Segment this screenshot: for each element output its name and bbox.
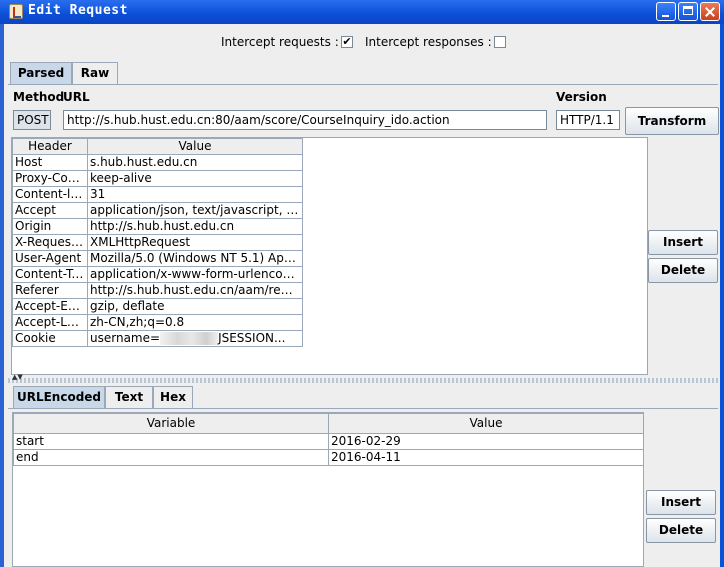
table-row[interactable]: X-Request... XMLHttpRequest	[12, 234, 303, 251]
headers-table: Header Value Host s.hub.hust.edu.cn Proxy…	[12, 138, 303, 347]
transform-button[interactable]: Transform	[625, 107, 719, 135]
params-table-panel[interactable]: Variable Value start 2016-02-29 end 2016-0…	[12, 412, 644, 567]
table-row[interactable]: Accept-Lan... zh-CN,zh;q=0.8	[12, 314, 303, 331]
header-name-cell[interactable]: Content-le...	[12, 186, 88, 203]
variable-column-header[interactable]: Variable	[13, 413, 329, 434]
maximize-icon[interactable]	[678, 2, 698, 21]
url-field[interactable]: http://s.hub.hust.edu.cn:80/aam/score/Co…	[63, 110, 547, 130]
header-value-cell[interactable]: application/x-www-form-urlencoded; ...	[87, 266, 303, 283]
header-value-cell[interactable]: gzip, deflate	[87, 298, 303, 315]
tab-hex[interactable]: Hex	[153, 386, 193, 408]
header-value-cell[interactable]: zh-CN,zh;q=0.8	[87, 314, 303, 331]
close-icon[interactable]	[700, 2, 720, 21]
title-bar[interactable]: Edit Request	[0, 0, 724, 24]
header-value-cell[interactable]: http://s.hub.hust.edu.cn/aam/report/s...	[87, 282, 303, 299]
method-label: Method	[13, 90, 65, 104]
intercept-responses-checkbox[interactable]	[494, 36, 506, 48]
header-name-cell[interactable]: Proxy-Conn...	[12, 170, 88, 187]
header-value-cell[interactable]: http://s.hub.hust.edu.cn	[87, 218, 303, 235]
tab-urlencoded[interactable]: URLEncoded	[13, 386, 105, 408]
header-column-header[interactable]: Header	[12, 138, 88, 155]
window-title: Edit Request	[28, 3, 128, 18]
param-value-cell[interactable]: 2016-02-29	[328, 433, 644, 450]
url-label: URL	[63, 90, 90, 104]
param-value-column-header[interactable]: Value	[328, 413, 644, 434]
split-arrows-icon[interactable]: ▲▼	[12, 374, 23, 381]
header-value-cell[interactable]: application/json, text/javascript, */*; …	[87, 202, 303, 219]
window-border-right	[720, 24, 724, 567]
value-column-header[interactable]: Value	[87, 138, 303, 155]
headers-table-panel[interactable]: Header Value Host s.hub.hust.edu.cn Proxy…	[11, 137, 648, 375]
intercept-requests-label: Intercept requests :	[221, 35, 339, 49]
header-value-cell[interactable]: Mozilla/5.0 (Windows NT 5.1) Apple...	[87, 250, 303, 267]
header-name-cell[interactable]: User-Agent	[12, 250, 88, 267]
table-row[interactable]: Proxy-Conn... keep-alive	[12, 170, 303, 187]
tab-text[interactable]: Text	[105, 386, 153, 408]
header-name-cell[interactable]: Accept	[12, 202, 88, 219]
checkmark-icon: ✔	[342, 35, 352, 48]
param-value-cell[interactable]: 2016-04-11	[328, 449, 644, 466]
tab-raw[interactable]: Raw	[72, 62, 118, 84]
insert-param-button[interactable]: Insert	[646, 490, 716, 515]
header-name-cell[interactable]: Cookie	[12, 330, 88, 347]
header-name-cell[interactable]: Origin	[12, 218, 88, 235]
edit-request-window: Edit Request Intercept requests : ✔ Inte…	[0, 0, 724, 567]
table-row[interactable]: Referer http://s.hub.hust.edu.cn/aam/repo…	[12, 282, 303, 299]
header-value-cell[interactable]: s.hub.hust.edu.cn	[87, 154, 303, 171]
header-value-cell[interactable]: 31	[87, 186, 303, 203]
table-row[interactable]: Host s.hub.hust.edu.cn	[12, 154, 303, 171]
header-value-cell[interactable]: XMLHttpRequest	[87, 234, 303, 251]
method-field[interactable]: POST	[13, 110, 51, 130]
java-app-icon	[9, 4, 23, 19]
tab-strip-line	[8, 84, 718, 85]
tab-parsed[interactable]: Parsed	[10, 62, 72, 84]
cookie-suffix: JSESSION...	[218, 331, 286, 346]
version-field[interactable]: HTTP/1.1	[556, 110, 620, 130]
table-row[interactable]: Content-le... 31	[12, 186, 303, 203]
cookie-value-cell[interactable]: username= JSESSION...	[87, 330, 303, 347]
intercept-requests-checkbox[interactable]: ✔	[341, 36, 353, 48]
cookie-prefix: username=	[90, 331, 161, 346]
header-value-cell[interactable]: keep-alive	[87, 170, 303, 187]
header-name-cell[interactable]: Accept-Lan...	[12, 314, 88, 331]
table-row[interactable]: Content-Ty... application/x-www-form-urle…	[12, 266, 303, 283]
insert-header-button[interactable]: Insert	[648, 230, 718, 255]
table-row[interactable]: Accept application/json, text/javascript,…	[12, 202, 303, 219]
table-row[interactable]: Cookie username= JSESSION...	[12, 330, 303, 347]
variable-cell[interactable]: start	[13, 433, 329, 450]
minimize-icon[interactable]	[656, 2, 676, 21]
redacted-area	[160, 332, 219, 345]
table-row[interactable]: end 2016-04-11	[13, 449, 644, 466]
intercept-responses-label: Intercept responses :	[365, 35, 492, 49]
delete-header-button[interactable]: Delete	[648, 258, 718, 283]
table-row[interactable]: User-Agent Mozilla/5.0 (Windows NT 5.1) A…	[12, 250, 303, 267]
params-table: Variable Value start 2016-02-29 end 2016-0…	[13, 413, 644, 466]
header-name-cell[interactable]: X-Request...	[12, 234, 88, 251]
version-label: Version	[556, 90, 607, 104]
table-row[interactable]: start 2016-02-29	[13, 433, 644, 450]
header-name-cell[interactable]: Host	[12, 154, 88, 171]
table-row[interactable]: Origin http://s.hub.hust.edu.cn	[12, 218, 303, 235]
header-name-cell[interactable]: Content-Ty...	[12, 266, 88, 283]
variable-cell[interactable]: end	[13, 449, 329, 466]
split-pane-divider[interactable]	[8, 378, 720, 383]
header-name-cell[interactable]: Referer	[12, 282, 88, 299]
body-tab-strip-line	[8, 408, 718, 409]
header-name-cell[interactable]: Accept-Enc...	[12, 298, 88, 315]
delete-param-button[interactable]: Delete	[646, 518, 716, 543]
table-row[interactable]: Accept-Enc... gzip, deflate	[12, 298, 303, 315]
window-content: Intercept requests : ✔ Intercept respons…	[4, 24, 720, 567]
